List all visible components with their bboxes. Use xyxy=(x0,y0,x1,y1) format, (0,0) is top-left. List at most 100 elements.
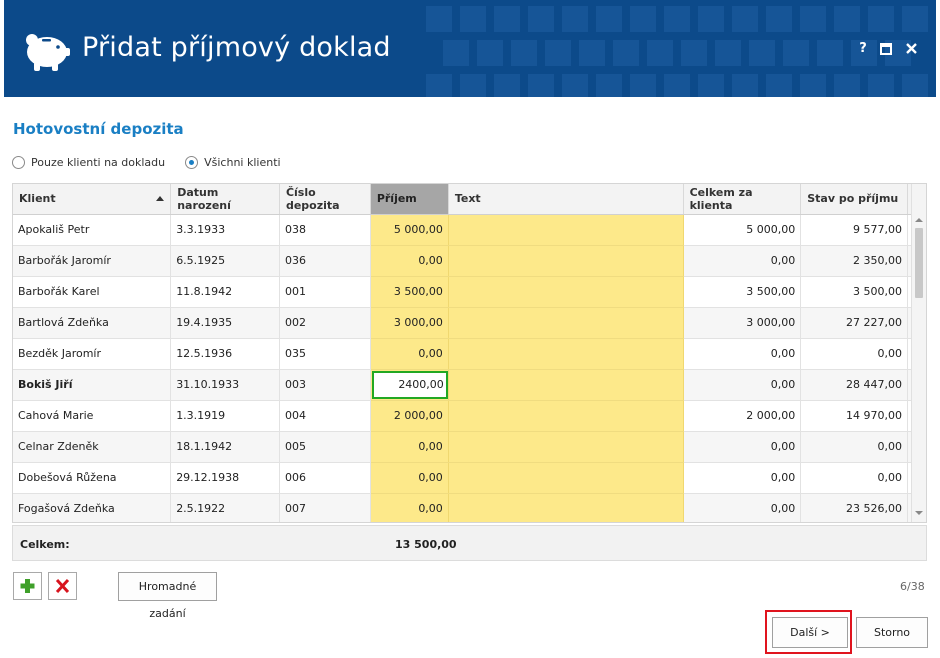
cell-klient: Dobešová Růžena xyxy=(13,462,172,494)
cell-cislo: 003 xyxy=(279,369,371,401)
table-row[interactable]: Apokališ Petr 3.3.1933 038 5 000,00 5 00… xyxy=(13,214,926,246)
cell-prijem[interactable]: 5 000,00 xyxy=(370,214,449,246)
add-button[interactable] xyxy=(13,572,42,600)
table-row[interactable]: Celnar Zdeněk 18.1.1942 005 0,00 0,00 0,… xyxy=(13,431,926,463)
cell-celkem: 2 000,00 xyxy=(683,400,802,432)
cell-klient: Barbořák Jaromír xyxy=(13,245,172,277)
cell-prijem[interactable]: 0,00 xyxy=(370,338,449,370)
cell-cislo: 002 xyxy=(279,307,371,339)
cell-stav: 23 526,00 xyxy=(800,493,908,522)
table-row[interactable]: Cahová Marie 1.3.1919 004 2 000,00 2 000… xyxy=(13,400,926,432)
cell-celkem: 0,00 xyxy=(683,462,802,494)
column-header-text[interactable]: Text xyxy=(448,184,684,215)
column-header-stav-po-prijmu[interactable]: Stav po příjmu xyxy=(800,184,908,215)
cell-klient: Barbořák Karel xyxy=(13,276,172,308)
cell-celkem: 3 500,00 xyxy=(683,276,802,308)
cell-text[interactable] xyxy=(448,431,684,463)
cell-cislo: 005 xyxy=(279,431,371,463)
cancel-button[interactable]: Storno xyxy=(856,617,928,648)
scroll-thumb[interactable] xyxy=(915,228,923,298)
cell-prijem[interactable]: 0,00 xyxy=(370,431,449,463)
cell-cislo: 035 xyxy=(279,338,371,370)
column-header-celkem-za-klienta[interactable]: Celkem za klienta xyxy=(683,184,802,215)
table-row-selected[interactable]: Bokiš Jiří 31.10.1933 003 2400,00 0,00 2… xyxy=(13,369,926,401)
radio-all-clients[interactable] xyxy=(185,156,199,169)
totals-label: Celkem: xyxy=(20,538,70,551)
cell-text[interactable] xyxy=(448,493,684,522)
bulk-entry-button[interactable]: Hromadné zadání xyxy=(118,572,217,620)
radio-only-clients-on-document[interactable] xyxy=(12,156,25,169)
cell-text[interactable] xyxy=(448,245,684,277)
table-row[interactable]: Fogašová Zdeňka 2.5.1922 007 0,00 0,00 2… xyxy=(13,493,926,522)
cell-datum: 12.5.1936 xyxy=(170,338,280,370)
help-icon[interactable]: ? xyxy=(854,40,872,58)
cell-stav: 3 500,00 xyxy=(800,276,908,308)
cell-stav: 0,00 xyxy=(800,338,908,370)
cell-klient: Bokiš Jiří xyxy=(13,369,172,401)
cell-prijem-editing[interactable]: 2400,00 xyxy=(370,369,449,401)
cell-celkem: 0,00 xyxy=(683,431,802,463)
column-header-datum-narozeni[interactable]: Datum narození xyxy=(170,184,280,215)
cell-datum: 19.4.1935 xyxy=(170,307,280,339)
title-bar: Přidat příjmový doklad ? xyxy=(4,0,936,97)
cell-prijem[interactable]: 0,00 xyxy=(370,493,449,522)
maximize-icon[interactable] xyxy=(877,40,895,58)
cell-datum: 2.5.1922 xyxy=(170,493,280,522)
cell-prijem[interactable]: 0,00 xyxy=(370,245,449,277)
next-button-highlight xyxy=(765,610,852,654)
table-row[interactable]: Bezděk Jaromír 12.5.1936 035 0,00 0,00 0… xyxy=(13,338,926,370)
table-header-row: Klient Datum narození Číslo depozita Pří… xyxy=(13,184,926,215)
column-header-prijem[interactable]: Příjem xyxy=(370,184,449,215)
cell-prijem[interactable]: 2 000,00 xyxy=(370,400,449,432)
delete-x-icon xyxy=(55,578,70,594)
table-row[interactable]: Barbořák Karel 11.8.1942 001 3 500,00 3 … xyxy=(13,276,926,308)
cell-cislo: 001 xyxy=(279,276,371,308)
grid-scrollbar[interactable] xyxy=(911,184,926,522)
close-icon[interactable] xyxy=(902,40,920,58)
window-title: Přidat příjmový doklad xyxy=(82,32,391,63)
column-header-cislo-depozita[interactable]: Číslo depozita xyxy=(279,184,371,215)
cell-celkem: 5 000,00 xyxy=(683,214,802,246)
table-row[interactable]: Bartlová Zdeňka 19.4.1935 002 3 000,00 3… xyxy=(13,307,926,339)
cell-cislo: 038 xyxy=(279,214,371,246)
cell-text[interactable] xyxy=(448,214,684,246)
section-title: Hotovostní depozita xyxy=(13,120,184,138)
cell-klient: Celnar Zdeněk xyxy=(13,431,172,463)
cell-datum: 6.5.1925 xyxy=(170,245,280,277)
cell-prijem[interactable]: 3 000,00 xyxy=(370,307,449,339)
cell-text[interactable] xyxy=(448,462,684,494)
cell-text[interactable] xyxy=(448,307,684,339)
totals-value: 13 500,00 xyxy=(395,538,457,551)
cell-cislo: 036 xyxy=(279,245,371,277)
cell-text[interactable] xyxy=(448,369,684,401)
cell-celkem: 0,00 xyxy=(683,245,802,277)
cell-prijem[interactable]: 3 500,00 xyxy=(370,276,449,308)
cell-datum: 3.3.1933 xyxy=(170,214,280,246)
cell-klient: Fogašová Zdeňka xyxy=(13,493,172,522)
totals-row: Celkem: 13 500,00 xyxy=(12,525,927,561)
table-row[interactable]: Barbořák Jaromír 6.5.1925 036 0,00 0,00 … xyxy=(13,245,926,277)
cell-prijem[interactable]: 0,00 xyxy=(370,462,449,494)
cell-klient: Bezděk Jaromír xyxy=(13,338,172,370)
cell-text[interactable] xyxy=(448,338,684,370)
cell-cislo: 007 xyxy=(279,493,371,522)
cell-cislo: 006 xyxy=(279,462,371,494)
cell-text[interactable] xyxy=(448,400,684,432)
cell-text[interactable] xyxy=(448,276,684,308)
delete-button[interactable] xyxy=(48,572,77,600)
table-row[interactable]: Dobešová Růžena 29.12.1938 006 0,00 0,00… xyxy=(13,462,926,494)
radio-label-all-clients: Všichni klienti xyxy=(204,156,281,169)
cell-datum: 18.1.1942 xyxy=(170,431,280,463)
cell-celkem: 0,00 xyxy=(683,338,802,370)
piggy-bank-icon xyxy=(26,34,70,71)
column-header-label: Klient xyxy=(19,192,56,206)
scroll-down-icon[interactable] xyxy=(915,511,923,515)
plus-icon xyxy=(20,579,35,593)
column-header-klient[interactable]: Klient xyxy=(13,184,172,215)
cell-cislo: 004 xyxy=(279,400,371,432)
scroll-up-icon[interactable] xyxy=(915,218,923,222)
cell-datum: 1.3.1919 xyxy=(170,400,280,432)
prijem-edit-input[interactable]: 2400,00 xyxy=(371,370,448,399)
cell-klient: Bartlová Zdeňka xyxy=(13,307,172,339)
cell-datum: 29.12.1938 xyxy=(170,462,280,494)
